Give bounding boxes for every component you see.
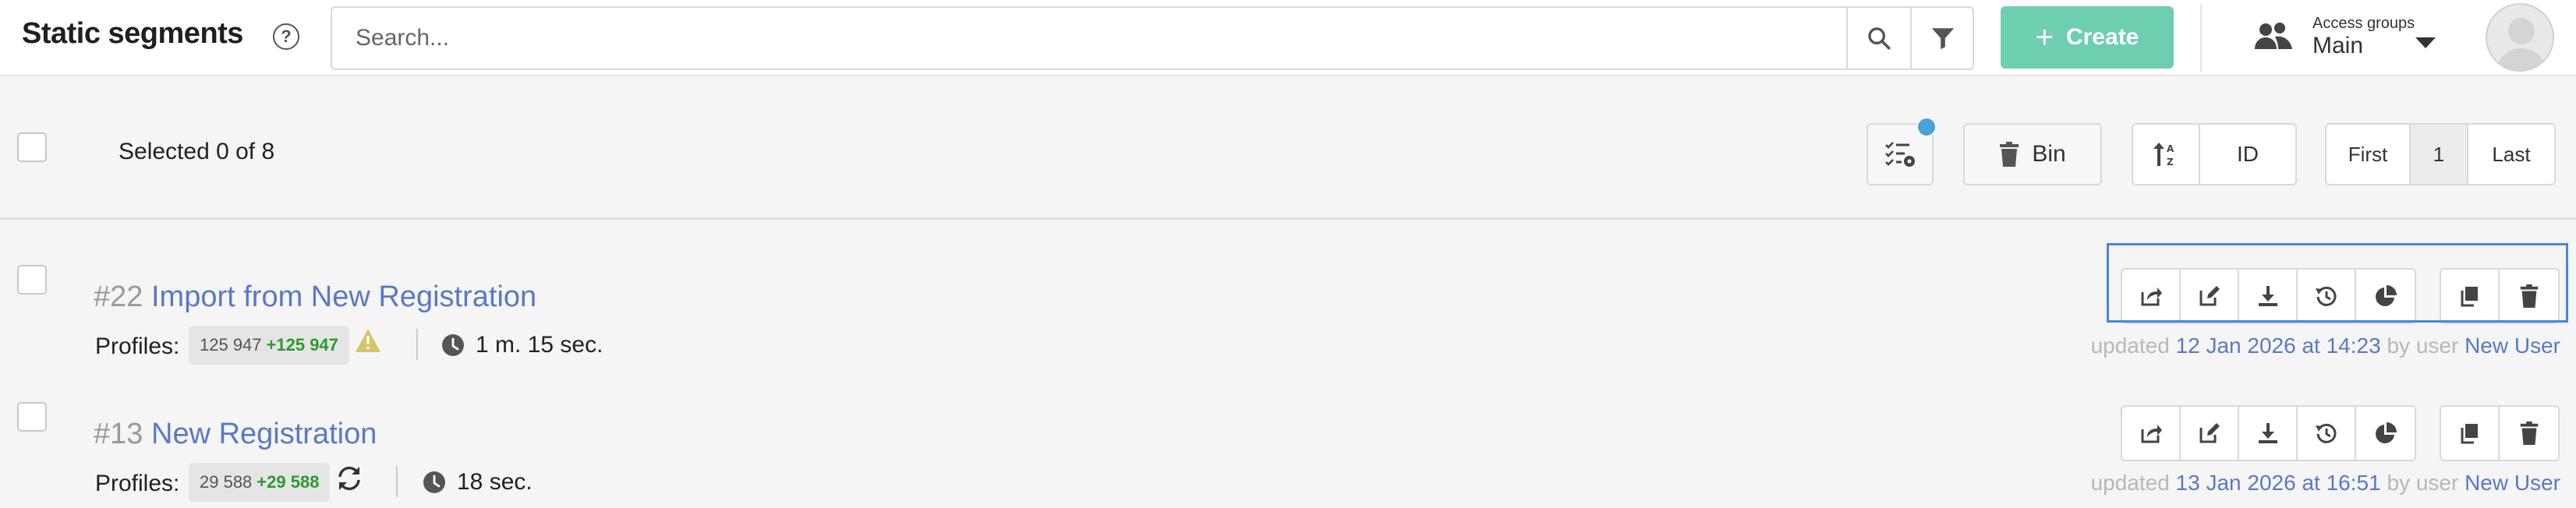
list-toolbar: Selected 0 of 8 Bin AZ ID First 1 Last: [0, 76, 2576, 220]
filter-button[interactable]: [1910, 8, 1974, 69]
top-header: Static segments ? + Create Access groups…: [0, 0, 2576, 76]
updated-prefix: updated: [2090, 333, 2170, 358]
checklist-settings-icon: [1885, 142, 1915, 167]
profiles-delta: +29 588: [257, 472, 320, 492]
users-icon: [2255, 23, 2292, 49]
search-icon: [1868, 27, 1891, 50]
chevron-down-icon[interactable]: [2415, 37, 2436, 48]
sort-ascending-icon: AZ: [2153, 143, 2174, 168]
header-divider: [2200, 5, 2202, 72]
create-label: Create: [2065, 24, 2139, 50]
profiles-delta: +125 947: [266, 335, 338, 355]
primary-actions-group: [2121, 405, 2416, 461]
profiles-count-badge: 29 588 +29 588: [189, 463, 331, 502]
trash-icon: [2520, 422, 2538, 445]
analytics-button[interactable]: [2356, 407, 2415, 460]
access-groups-label: Access groups: [2312, 15, 2415, 32]
profiles-label: Profiles:: [95, 471, 180, 496]
current-page[interactable]: 1: [2411, 125, 2468, 184]
history-icon: [2315, 423, 2336, 443]
plus-icon: +: [2035, 20, 2054, 55]
profiles-count-badge: 125 947 +125 947: [189, 326, 349, 365]
segment-id: #22: [94, 280, 143, 313]
duration-text: 1 m. 15 sec.: [476, 332, 603, 358]
row-checkbox[interactable]: [17, 402, 47, 432]
share-button[interactable]: [2122, 407, 2181, 460]
access-groups-selector[interactable]: Access groups Main: [2253, 14, 2415, 59]
access-groups-value: Main: [2312, 33, 2364, 58]
updated-by: by user: [2387, 333, 2459, 358]
segment-name-link[interactable]: Import from New Registration: [151, 280, 536, 314]
pie-chart-icon: [2375, 422, 2397, 443]
duration: 1 m. 15 sec.: [441, 332, 603, 358]
trash-icon: [2000, 142, 2019, 167]
row-actions: [2121, 405, 2560, 461]
secondary-actions-group: [2440, 405, 2560, 461]
pagination: First 1 Last: [2325, 123, 2556, 185]
duration: 18 sec.: [423, 469, 533, 496]
updated-info: updated 12 Jan 2026 at 14:23 by user New…: [2091, 333, 2560, 358]
bin-label: Bin: [2032, 141, 2066, 167]
help-icon[interactable]: ?: [273, 23, 299, 50]
download-icon: [2258, 423, 2277, 443]
selection-count: Selected 0 of 8: [119, 139, 275, 164]
sort-direction-button[interactable]: AZ: [2133, 125, 2200, 184]
sort-control: AZ ID: [2132, 123, 2297, 185]
svg-text:A: A: [2167, 143, 2174, 154]
profiles-label: Profiles:: [95, 333, 180, 359]
delete-button[interactable]: [2500, 407, 2558, 460]
clock-icon: [442, 334, 464, 356]
clock-icon: [423, 471, 445, 493]
warning-icon: [356, 329, 380, 352]
profiles-count: 29 588: [200, 472, 253, 492]
edit-icon: [2199, 423, 2220, 443]
create-button[interactable]: + Create: [2001, 6, 2174, 69]
copy-button[interactable]: [2441, 407, 2500, 460]
bin-button[interactable]: Bin: [1963, 123, 2102, 185]
updated-prefix: updated: [2090, 471, 2170, 495]
duration-text: 18 sec.: [457, 469, 533, 495]
segment-id: #13: [94, 418, 143, 450]
avatar[interactable]: [2486, 3, 2554, 72]
focus-outline: [2107, 243, 2568, 323]
copy-icon: [2461, 424, 2478, 444]
notification-dot: [1916, 117, 1937, 137]
user-avatar-icon: [2496, 18, 2547, 70]
updated-date-link[interactable]: 13 Jan 2026 at 16:51: [2176, 471, 2381, 495]
select-all-checkbox[interactable]: [17, 132, 47, 162]
refresh-icon[interactable]: [335, 464, 363, 492]
updated-by: by user: [2387, 471, 2459, 495]
history-button[interactable]: [2298, 407, 2356, 460]
page-title: Static segments: [22, 17, 243, 50]
updated-date-link[interactable]: 12 Jan 2026 at 14:23: [2176, 333, 2381, 358]
sort-field-select[interactable]: ID: [2200, 125, 2295, 184]
last-page-button[interactable]: Last: [2468, 125, 2554, 184]
share-icon: [2141, 425, 2162, 443]
profiles-count: 125 947: [200, 335, 262, 355]
updated-info: updated 13 Jan 2026 at 16:51 by user New…: [2091, 471, 2560, 496]
search-button[interactable]: [1846, 8, 1910, 69]
svg-text:Z: Z: [2167, 157, 2174, 168]
segment-row: #13 New Registration Profiles: 29 588 +2…: [0, 371, 2576, 508]
updated-user-link[interactable]: New User: [2465, 333, 2560, 358]
row-divider: [396, 466, 398, 497]
row-checkbox[interactable]: [17, 265, 47, 295]
segment-name-link[interactable]: New Registration: [151, 418, 377, 451]
row-divider: [416, 329, 418, 360]
search-input[interactable]: [332, 8, 1846, 69]
first-page-button[interactable]: First: [2327, 125, 2411, 184]
updated-user-link[interactable]: New User: [2465, 471, 2560, 495]
search-bar: [331, 6, 1974, 70]
filter-icon: [1931, 28, 1955, 50]
edit-button[interactable]: [2181, 407, 2239, 460]
download-button[interactable]: [2239, 407, 2298, 460]
